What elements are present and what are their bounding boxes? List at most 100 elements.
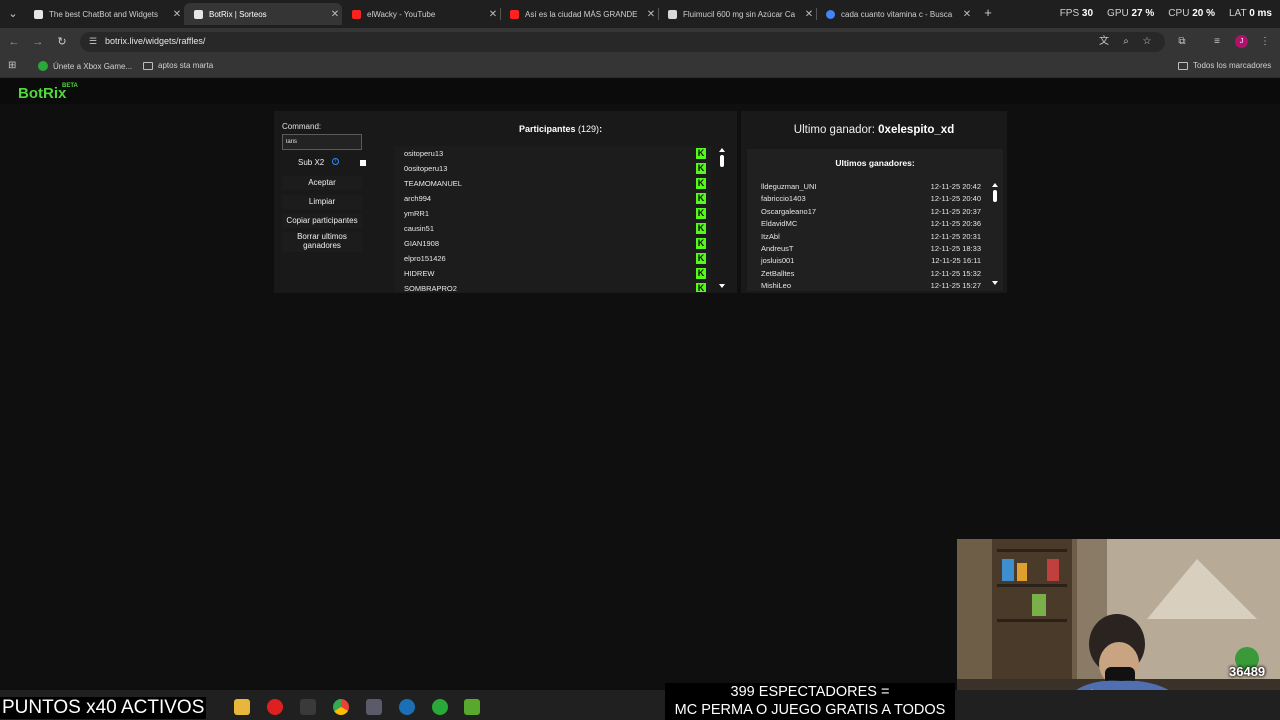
tab-botrix-sorteos[interactable]: BotRix | Sorteos ✕ (184, 3, 342, 25)
chrome-icon[interactable] (333, 699, 349, 715)
botrix-logo[interactable]: BotRix (18, 85, 66, 102)
kick-logo-icon: K (696, 223, 706, 234)
tab-title: Así es la ciudad MÁS GRANDE (525, 9, 638, 19)
winner-date: 12-11-25 20:37 (930, 206, 981, 216)
participant-name: HIDREW (404, 269, 435, 278)
participant-row[interactable]: GIAN1908 K (394, 236, 711, 251)
folder-icon (143, 61, 153, 70)
botrix-favicon-icon (34, 9, 43, 19)
winner-date: 12-11-25 15:27 (930, 281, 981, 291)
viewers-goal-banner: 399 ESPECTADORES = MC PERMA O JUEGO GRAT… (665, 683, 955, 720)
winner-row: fabriccio1403 12-11-25 20:40 (761, 194, 981, 206)
winners-scrollbar[interactable] (991, 181, 999, 289)
raffle-panel: Command: Sub X2 i Aceptar Limpiar Copiar… (274, 111, 737, 293)
participant-row[interactable]: ymRR1 K (394, 206, 711, 221)
winner-row: lldeguzman_UNI 12-11-25 20:42 (761, 182, 981, 194)
apps-grid-icon[interactable]: ⊞ (8, 60, 16, 71)
participant-row[interactable]: ositoperu13 K (394, 146, 711, 161)
close-tab-icon[interactable]: ✕ (644, 9, 658, 20)
new-tab-button[interactable]: + (981, 6, 995, 20)
delete-winners-button[interactable]: Borrar ultimos ganadores (282, 232, 362, 252)
tab-youtube-ciudad[interactable]: Así es la ciudad MÁS GRANDE ✕ (500, 3, 658, 25)
clear-button[interactable]: Limpiar (282, 195, 362, 209)
participant-row[interactable]: arch994 K (394, 191, 711, 206)
participants-scrollbar[interactable] (718, 146, 726, 292)
winner-date: 12-11-25 20:31 (930, 231, 981, 241)
winner-row: Oscargaleano17 12-11-25 20:37 (761, 207, 981, 219)
youtube-favicon-icon (352, 9, 361, 19)
tab-youtube-elwacky[interactable]: elWacky - YouTube ✕ (342, 3, 500, 25)
address-bar[interactable]: ☰ botrix.live/widgets/raffles/ 文 ⌕ ☆ (80, 32, 1165, 52)
winners-panel: Ultimo ganador: 0xelespito_xd Ultimos ga… (741, 111, 1007, 293)
all-bookmarks[interactable]: Todos los marcadores (1178, 61, 1271, 70)
browser-toolbar: ← → ↻ ☰ botrix.live/widgets/raffles/ 文 ⌕… (0, 28, 1280, 56)
bookmark-label: Únete a Xbox Game... (53, 61, 133, 71)
winner-name: EldavidMC (761, 219, 798, 229)
file-explorer-icon[interactable] (234, 699, 250, 715)
browser-menu-icon[interactable]: ⋮ (1259, 36, 1271, 48)
command-input[interactable] (282, 134, 362, 150)
winner-date: 12-11-25 16:11 (931, 256, 981, 266)
participant-row[interactable]: elpro151426 K (394, 251, 711, 266)
winner-row: AndreusT 12-11-25 18:33 (761, 244, 981, 256)
participant-name: 0ositoperu13 (404, 164, 448, 173)
info-icon[interactable]: i (332, 158, 339, 165)
back-arrow-icon[interactable]: ← (7, 35, 21, 49)
sub-x2-checkbox[interactable] (360, 160, 366, 166)
profile-avatar[interactable]: J (1235, 35, 1248, 48)
site-info-icon[interactable]: ☰ (89, 36, 97, 47)
url-text[interactable]: botrix.live/widgets/raffles/ (105, 36, 205, 46)
extensions-icon[interactable]: ⧉ (1176, 36, 1188, 48)
winner-name: ZetBalltes (761, 268, 795, 278)
points-overlay-text: PUNTOS x40 ACTIVOS (0, 697, 207, 719)
xbox-app-icon[interactable] (432, 699, 448, 715)
participant-row[interactable]: 0ositoperu13 K (394, 161, 711, 176)
tab-google-search[interactable]: cada cuanto vitamina c - Busca ✕ (816, 3, 974, 25)
close-tab-icon[interactable]: ✕ (328, 9, 342, 20)
forward-arrow-icon[interactable]: → (31, 35, 45, 49)
zoom-icon[interactable]: ⌕ (1120, 36, 1132, 48)
close-tab-icon[interactable]: ✕ (960, 9, 974, 20)
participant-row[interactable]: SOMBRAPRO2 K (394, 281, 711, 292)
winners-list-box: Ultimos ganadores: lldeguzman_UNI 12-11-2… (747, 149, 1003, 291)
tab-chatbot[interactable]: The best ChatBot and Widgets ✕ (24, 3, 184, 25)
participant-row[interactable]: causin51 K (394, 221, 711, 236)
sub-x2-label: Sub X2 (298, 158, 325, 167)
last-winner-name: 0xelespito_xd (878, 124, 955, 136)
reload-icon[interactable]: ↻ (55, 35, 69, 49)
copy-participants-button[interactable]: Copiar participantes (282, 214, 362, 228)
participant-row[interactable]: TEAMOMANUEL K (394, 176, 711, 191)
latency-stat: LAT 0 ms (1229, 8, 1272, 19)
bookmark-xbox[interactable]: Únete a Xbox Game... (38, 61, 132, 71)
accept-button[interactable]: Aceptar (282, 176, 362, 190)
participants-list[interactable]: ositoperu13 K 0ositoperu13 K TEAMOMANUEL Karc… (394, 146, 711, 292)
tab-fluimucil[interactable]: Fluimucil 600 mg sin Azúcar Ca ✕ (658, 3, 816, 25)
translate-icon[interactable]: 文 (1098, 36, 1110, 48)
participant-row[interactable]: HIDREW K (394, 266, 711, 281)
winner-name: MishiLeo (761, 281, 792, 291)
cpu-stat: CPU 20 % (1168, 8, 1215, 19)
close-tab-icon[interactable]: ✕ (170, 9, 184, 20)
media-control-icon[interactable]: ≡ (1211, 36, 1223, 48)
folder-icon (1178, 61, 1188, 70)
opera-icon[interactable] (267, 699, 283, 715)
minecraft-icon[interactable] (464, 699, 480, 715)
winner-row: ItzAbl 12-11-25 20:31 (761, 232, 981, 244)
bookmark-aptos[interactable]: aptos sta marta (143, 61, 213, 70)
close-tab-icon[interactable]: ✕ (486, 9, 500, 20)
kick-logo-icon: K (696, 268, 706, 279)
tab-search-icon[interactable]: ⌄ (6, 7, 20, 21)
last-winner-label: Ultimo ganador: (793, 124, 875, 136)
calculator-icon[interactable] (366, 699, 382, 715)
winner-name: josluis001 (761, 256, 795, 266)
winner-name: AndreusT (761, 244, 794, 253)
tab-strip: ⌄ The best ChatBot and Widgets ✕ BotRix … (0, 0, 1280, 28)
tab-title: BotRix | Sorteos (209, 9, 267, 19)
app-icon[interactable] (300, 699, 316, 715)
participant-name: GIAN1908 (404, 239, 440, 248)
bookmark-star-icon[interactable]: ☆ (1141, 36, 1153, 48)
banner-line-2: MC PERMA O JUEGO GRATIS A TODOS (674, 702, 946, 718)
participants-count: (129) (578, 124, 600, 134)
close-tab-icon[interactable]: ✕ (802, 9, 816, 20)
steam-icon[interactable] (399, 699, 415, 715)
